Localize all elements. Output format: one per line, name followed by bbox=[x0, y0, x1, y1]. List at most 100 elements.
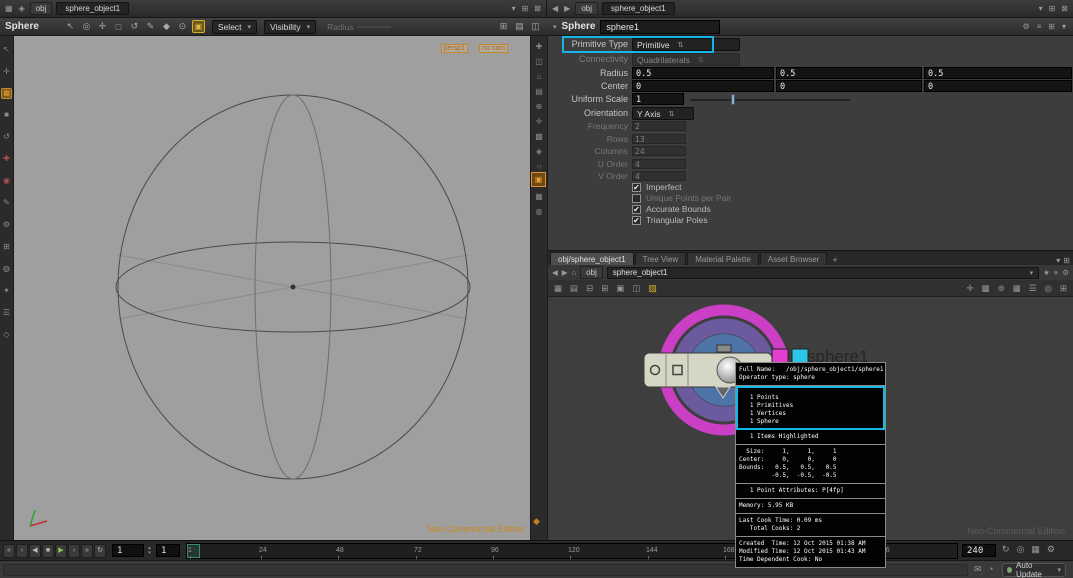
transport-button[interactable]: ▶ bbox=[55, 544, 67, 558]
uniform-scale-slider-track[interactable] bbox=[690, 99, 850, 101]
tool-icon[interactable]: ▦ bbox=[1, 88, 12, 99]
bookmark-icon[interactable]: ★ bbox=[1043, 268, 1050, 277]
stowbar-icon[interactable]: ▩ bbox=[535, 132, 543, 141]
pane-dropdown-icon[interactable]: ▾ bbox=[1038, 4, 1044, 13]
param-checkbox-row[interactable]: ✔ Imperfect bbox=[632, 182, 731, 192]
radius-x-field[interactable]: 0.5 bbox=[632, 67, 774, 79]
snap-tool-icon[interactable]: ⊙ bbox=[176, 21, 189, 32]
pane-close-icon[interactable]: ⊠ bbox=[1060, 4, 1069, 13]
pane-split-icon[interactable]: ⊞ bbox=[1048, 4, 1057, 13]
transport-button[interactable]: ■ bbox=[42, 544, 54, 558]
uniform-scale-slider-handle[interactable] bbox=[731, 94, 735, 105]
network-path-field[interactable]: sphere_object1 ▾ bbox=[606, 266, 1040, 279]
stowbar-sticky-icon[interactable]: ◆ bbox=[533, 516, 540, 527]
checkbox[interactable]: ✔ bbox=[632, 204, 641, 214]
frame-increment-field[interactable]: 1 bbox=[156, 544, 180, 557]
transport-button[interactable]: » bbox=[81, 544, 93, 558]
stowbar-icon[interactable]: ⌂ bbox=[537, 72, 542, 81]
tool-icon[interactable]: ✎ bbox=[3, 197, 10, 209]
center-x-field[interactable]: 0 bbox=[632, 80, 774, 92]
pane-close-icon[interactable]: ⊠ bbox=[533, 4, 542, 13]
camera-persp-badge[interactable]: persp1 bbox=[440, 44, 468, 53]
snap-icon[interactable]: ▣ bbox=[616, 283, 624, 294]
pane-dropdown-icon[interactable]: ▾ bbox=[511, 4, 517, 13]
chevron-down-icon[interactable]: ▾ bbox=[553, 23, 557, 31]
playbar-option-icon[interactable]: ◎ bbox=[1017, 544, 1025, 555]
breadcrumb-obj[interactable]: obj bbox=[29, 2, 53, 15]
collapse-icon[interactable]: ⊟ bbox=[586, 283, 593, 294]
move-tool-icon[interactable]: ✛ bbox=[96, 21, 109, 32]
node-name-field[interactable]: sphere1 bbox=[600, 19, 721, 34]
select-mode-dropdown[interactable]: Select ▾ bbox=[211, 19, 258, 34]
stowbar-icon[interactable]: ✛ bbox=[536, 117, 543, 126]
thumbnails-icon[interactable]: ▦ bbox=[1013, 283, 1021, 294]
playbar-option-icon[interactable]: ↻ bbox=[1002, 544, 1010, 555]
layout-icon[interactable]: ▦ bbox=[554, 283, 562, 294]
stepper-down-icon[interactable]: ▾ bbox=[148, 550, 151, 556]
tool-icon[interactable]: ✛ bbox=[3, 66, 10, 78]
nav-forward-icon[interactable]: ▶ bbox=[562, 268, 568, 277]
param-checkbox-row[interactable]: ✔ Triangular Poles bbox=[632, 215, 731, 225]
view-tool-icon[interactable]: ◎ bbox=[80, 21, 93, 32]
scene-viewport[interactable]: persp1 no cam Non-Commercial Edition bbox=[14, 36, 530, 540]
select-tool-icon[interactable]: ↖ bbox=[64, 21, 77, 32]
transport-button[interactable]: › bbox=[68, 544, 80, 558]
nav-back-icon[interactable]: ◀ bbox=[552, 268, 558, 277]
tool-icon[interactable]: ◇ bbox=[3, 329, 9, 341]
stowbar-icon[interactable]: ◍ bbox=[536, 207, 543, 216]
rotate-tool-icon[interactable]: ↺ bbox=[128, 21, 141, 32]
tab-material-palette[interactable]: Material Palette bbox=[687, 252, 759, 265]
frame-icon[interactable]: ◫ bbox=[632, 283, 640, 294]
center-y-field[interactable]: 0 bbox=[776, 80, 922, 92]
tab-asset-browser[interactable]: Asset Browser bbox=[759, 252, 828, 265]
grid-toggle-icon[interactable]: ⊞ bbox=[497, 21, 510, 32]
stowbar-icon[interactable]: ▦ bbox=[535, 192, 543, 201]
chevron-down-icon[interactable]: ▾ bbox=[1061, 22, 1067, 31]
zoom-icon[interactable]: ◎ bbox=[1044, 283, 1051, 294]
tool-icon[interactable]: ⊞ bbox=[3, 241, 10, 253]
pane-menu-icon[interactable]: ▦ bbox=[4, 4, 14, 13]
menu-icon[interactable]: ≡ bbox=[1054, 268, 1058, 277]
expand-icon[interactable]: ⊞ bbox=[601, 283, 608, 294]
radius-y-field[interactable]: 0.5 bbox=[776, 67, 922, 79]
path-obj-chip[interactable]: obj bbox=[580, 266, 603, 279]
nav-home-icon[interactable]: ⌂ bbox=[572, 268, 577, 277]
breadcrumb-node-tab[interactable]: sphere_object1 bbox=[56, 2, 130, 15]
end-frame-field[interactable]: 240 bbox=[962, 544, 996, 557]
tool-icon[interactable]: ✚ bbox=[3, 153, 10, 165]
current-frame-field[interactable]: 1 bbox=[112, 544, 144, 557]
checkbox[interactable] bbox=[632, 193, 641, 203]
memory-gauge-icon[interactable]: ◔ bbox=[988, 564, 993, 574]
layout-icon[interactable]: ◫ bbox=[529, 21, 542, 32]
tool-icon[interactable]: ↺ bbox=[3, 131, 10, 143]
primitive-type-dropdown[interactable]: Primitive ⇅ bbox=[632, 38, 740, 51]
box-select-icon[interactable]: □ bbox=[112, 22, 125, 32]
checkbox[interactable]: ✔ bbox=[632, 182, 641, 192]
menu-icon[interactable]: ☰ bbox=[1029, 283, 1037, 294]
snap-grid-icon[interactable]: ▤ bbox=[513, 21, 526, 32]
pane-split-icon[interactable]: ⊞ bbox=[1060, 283, 1067, 294]
tool-icon[interactable]: ◍ bbox=[3, 263, 10, 275]
gear-icon[interactable]: ⚙ bbox=[1021, 22, 1030, 31]
update-mode-dropdown[interactable]: Auto Update ▾ bbox=[1002, 561, 1066, 578]
transport-button[interactable]: « bbox=[3, 544, 15, 558]
frame-stepper[interactable]: ▴ ▾ bbox=[145, 544, 154, 557]
pane-split-icon[interactable]: ⊞ bbox=[521, 4, 530, 13]
tool-icon[interactable]: ⚙ bbox=[3, 219, 10, 231]
tool-icon[interactable]: ✦ bbox=[3, 285, 10, 297]
grid-snap-icon[interactable]: ▩ bbox=[982, 283, 990, 294]
tool-icon[interactable]: ↖ bbox=[3, 44, 10, 56]
transport-button[interactable]: ↻ bbox=[94, 544, 106, 558]
stowbar-icon[interactable]: ▤ bbox=[535, 87, 543, 96]
menu-icon[interactable]: ≡ bbox=[1036, 22, 1043, 31]
stowbar-icon[interactable]: ◫ bbox=[535, 57, 543, 66]
org-icon[interactable]: ⊚ bbox=[998, 283, 1005, 294]
tool-icon[interactable]: ☰ bbox=[3, 307, 10, 319]
breadcrumb-obj[interactable]: obj bbox=[575, 2, 598, 15]
stowbar-icon[interactable]: ◈ bbox=[536, 147, 542, 156]
tab-network-editor[interactable]: obj/sphere_object1 bbox=[550, 252, 634, 265]
transport-button[interactable]: ‹ bbox=[16, 544, 28, 558]
nav-forward-icon[interactable]: ▶ bbox=[563, 4, 571, 13]
playbar-option-icon[interactable]: ⚙ bbox=[1047, 544, 1055, 555]
checkbox[interactable]: ✔ bbox=[632, 215, 641, 225]
